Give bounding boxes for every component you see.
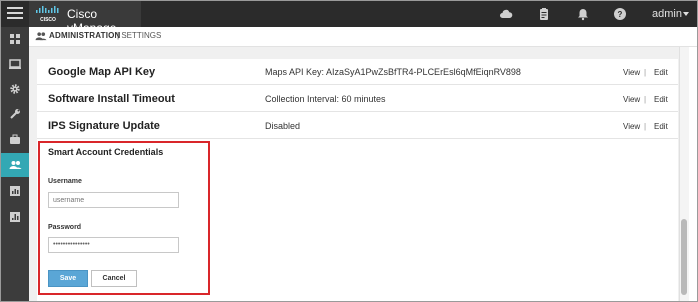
link-separator: | xyxy=(644,122,647,131)
setting-label: Software Install Timeout xyxy=(48,93,175,105)
sidebar-item-tools[interactable] xyxy=(1,102,29,126)
page-subtitle: | SETTINGS xyxy=(117,31,162,40)
view-link[interactable]: View xyxy=(623,68,640,77)
report-icon xyxy=(10,212,20,222)
setting-value: Disabled xyxy=(265,121,301,131)
clipboard-icon[interactable] xyxy=(537,7,551,21)
top-bar: CISCO Cisco vManage ? admin xyxy=(1,1,697,35)
link-separator: | xyxy=(644,68,647,77)
wrench-icon xyxy=(10,109,20,119)
hamburger-menu-icon[interactable] xyxy=(7,7,23,21)
password-label: Password xyxy=(48,224,82,231)
settings-row-google-map-api-key: Google Map API Key Maps API Key: AIzaSyA… xyxy=(37,59,678,85)
bell-icon[interactable] xyxy=(576,7,590,21)
scrollbar-thumb[interactable] xyxy=(681,219,687,295)
edit-link[interactable]: Edit xyxy=(654,68,668,77)
cancel-button[interactable]: Cancel xyxy=(91,270,137,287)
setting-label: Google Map API Key xyxy=(48,66,156,78)
smart-account-title: Smart Account Credentials xyxy=(48,147,164,157)
setting-value: Maps API Key: AIzaSyA1PwZsBfTR4-PLCErEsl… xyxy=(265,67,521,77)
view-link[interactable]: View xyxy=(623,122,640,131)
cloud-icon[interactable] xyxy=(499,7,513,21)
app-window: CISCO Cisco vManage ? admin xyxy=(0,0,698,302)
analytics-icon xyxy=(10,186,20,196)
gear-icon xyxy=(10,84,20,94)
link-separator: | xyxy=(644,95,647,104)
main-content: Google Map API Key Maps API Key: AIzaSyA… xyxy=(29,47,689,301)
sidebar-item-maintenance[interactable] xyxy=(1,127,29,151)
sidebar-item-reports[interactable] xyxy=(1,205,29,229)
settings-row-ips-signature-update: IPS Signature Update Disabled View | Edi… xyxy=(37,113,678,139)
username-label: Username xyxy=(48,178,82,185)
sidebar-item-dashboard[interactable] xyxy=(1,27,29,51)
sidebar-item-analytics[interactable] xyxy=(1,179,29,203)
edit-link[interactable]: Edit xyxy=(654,122,668,131)
sidebar-item-monitor[interactable] xyxy=(1,52,29,76)
password-input[interactable]: ••••••••••••••• xyxy=(48,237,179,253)
cisco-logo-text: CISCO xyxy=(40,17,56,23)
users-icon xyxy=(35,32,47,41)
help-icon[interactable]: ? xyxy=(613,7,627,21)
cisco-logo: CISCO xyxy=(36,6,59,23)
username-input[interactable] xyxy=(48,192,179,208)
settings-row-software-install-timeout: Software Install Timeout Collection Inte… xyxy=(37,86,678,112)
briefcase-icon xyxy=(10,134,20,144)
svg-text:?: ? xyxy=(618,10,623,19)
page-title: ADMINISTRATION xyxy=(49,31,121,40)
users-icon xyxy=(9,161,21,169)
chevron-down-icon[interactable] xyxy=(683,12,689,16)
setting-label: IPS Signature Update xyxy=(48,120,160,132)
settings-panel: Google Map API Key Maps API Key: AIzaSyA… xyxy=(37,59,678,301)
sidebar xyxy=(1,27,29,301)
dashboard-icon xyxy=(10,34,20,44)
edit-link[interactable]: Edit xyxy=(654,95,668,104)
sidebar-item-administration[interactable] xyxy=(1,153,29,177)
user-menu[interactable]: admin xyxy=(652,8,682,20)
monitor-icon xyxy=(9,59,21,69)
setting-value: Collection Interval: 60 minutes xyxy=(265,94,386,104)
save-button[interactable]: Save xyxy=(48,270,88,287)
sidebar-item-configuration[interactable] xyxy=(1,77,29,101)
view-link[interactable]: View xyxy=(623,95,640,104)
page-header: ADMINISTRATION | SETTINGS xyxy=(29,27,697,47)
brand-area: CISCO Cisco vManage xyxy=(29,1,141,35)
